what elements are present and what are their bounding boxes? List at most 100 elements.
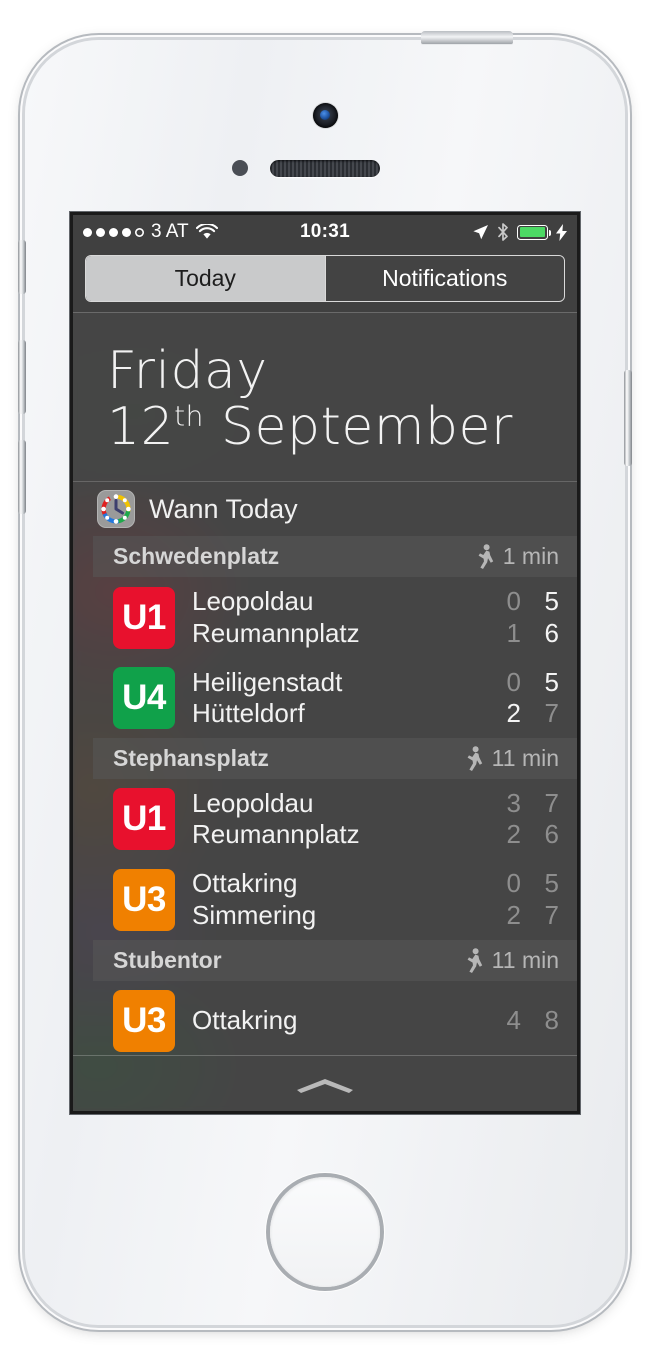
departure-time-next: 0 bbox=[506, 868, 521, 899]
sim-tray bbox=[624, 370, 632, 466]
front-camera bbox=[313, 103, 338, 128]
departure-time-next: 2 bbox=[506, 697, 521, 728]
walking-person-icon bbox=[478, 544, 493, 570]
departure-times: 16 bbox=[499, 618, 559, 649]
destination-block: Heiligenstadt Hütteldorf bbox=[192, 667, 482, 729]
walk-time-label: 11 min bbox=[491, 946, 559, 973]
departure-time-following: 5 bbox=[544, 666, 559, 697]
chevron-up-grabber-icon[interactable] bbox=[293, 1074, 357, 1094]
times-block: 48 bbox=[499, 1005, 559, 1036]
departure-row[interactable]: U3 Ottakring 4 8 bbox=[93, 981, 577, 1055]
departure-times: 05 bbox=[499, 667, 559, 698]
departure-time-next: 1 bbox=[506, 617, 521, 648]
grabber-area[interactable] bbox=[73, 1055, 577, 1111]
station-name-label: Stubentor bbox=[113, 946, 222, 973]
walking-person-icon bbox=[467, 948, 482, 973]
tab-today[interactable]: Today bbox=[86, 256, 325, 301]
departure-time-following: 7 bbox=[544, 697, 559, 728]
walk-time-label: 11 min bbox=[491, 745, 559, 772]
destination-label: Ottakring bbox=[192, 868, 298, 899]
signal-dot bbox=[83, 227, 92, 237]
departure-row[interactable]: U4 Heiligenstadt Hütteldorf 0 5 2 7 bbox=[93, 658, 577, 738]
battery-fill bbox=[519, 227, 546, 237]
destination-label: Hütteldorf bbox=[192, 697, 305, 728]
departure-time-next: 3 bbox=[506, 788, 521, 819]
destination-block: Leopoldau Reumannplatz bbox=[192, 788, 482, 850]
wann-clock-icon bbox=[97, 490, 135, 529]
line-badge: U1 bbox=[113, 586, 175, 649]
proximity-sensor-icon bbox=[232, 160, 248, 176]
day-number-label: 12 bbox=[107, 397, 175, 458]
battery-icon bbox=[517, 224, 552, 240]
station-header[interactable]: Stephansplatz 11 min bbox=[93, 738, 577, 780]
date-header: Friday 12th September bbox=[73, 313, 577, 483]
destination-label: Reumannplatz bbox=[192, 819, 360, 850]
departure-time-following: 5 bbox=[544, 586, 559, 617]
wifi-icon bbox=[195, 224, 218, 239]
line-badge: U1 bbox=[113, 788, 175, 851]
widget-title: Wann Today bbox=[149, 493, 298, 524]
destination-label: Leopoldau bbox=[192, 788, 314, 819]
departure-times: 05 bbox=[499, 868, 559, 899]
destination-label: Leopoldau bbox=[192, 586, 314, 617]
line-badge: U4 bbox=[113, 666, 175, 729]
status-bar: 3 AT 10:31 bbox=[73, 215, 577, 249]
departure-row[interactable]: U3 Ottakring Simmering 0 5 2 7 bbox=[93, 859, 577, 939]
station-list: Schwedenplatz 1 min U1 Leopoldau Reumannplat… bbox=[73, 536, 577, 1055]
walking-person-icon bbox=[467, 746, 482, 772]
departure-row[interactable]: U1 Leopoldau Reumannplatz 3 7 2 6 bbox=[93, 779, 577, 859]
times-block: 0527 bbox=[499, 868, 559, 930]
destination-label: Simmering bbox=[192, 899, 317, 930]
destination-label: Ottakring bbox=[192, 1005, 298, 1036]
power-button[interactable] bbox=[421, 31, 513, 44]
month-name-label: September bbox=[220, 397, 513, 458]
departure-time-following: 7 bbox=[544, 899, 559, 930]
departure-time-next: 0 bbox=[506, 666, 521, 697]
mute-switch[interactable] bbox=[18, 240, 26, 294]
volume-down-button[interactable] bbox=[18, 440, 26, 514]
station-header[interactable]: Stubentor 11 min bbox=[93, 939, 577, 981]
nc-tab-bar: Today Notifications bbox=[73, 249, 577, 313]
tab-notifications[interactable]: Notifications bbox=[324, 256, 564, 301]
bluetooth-icon bbox=[498, 223, 508, 241]
line-badge: U3 bbox=[113, 868, 175, 931]
departure-times: 05 bbox=[499, 586, 559, 617]
earpiece-speaker bbox=[270, 160, 380, 177]
cellular-signal-icon bbox=[83, 227, 144, 237]
station-name-label: Stephansplatz bbox=[113, 745, 269, 772]
signal-dot bbox=[109, 227, 118, 237]
widget-header[interactable]: Wann Today bbox=[73, 482, 577, 536]
status-bar-left: 3 AT bbox=[83, 221, 218, 243]
destination-label: Heiligenstadt bbox=[192, 666, 343, 697]
departure-times: 48 bbox=[499, 1005, 559, 1036]
times-block: 3726 bbox=[499, 788, 559, 850]
clock-label: 10:31 bbox=[299, 221, 351, 242]
departure-time-following: 5 bbox=[544, 868, 559, 899]
departure-time-following: 6 bbox=[544, 617, 559, 648]
times-block: 0527 bbox=[499, 667, 559, 729]
camera-lens bbox=[320, 110, 330, 120]
departure-time-next: 0 bbox=[506, 586, 521, 617]
departure-time-next: 2 bbox=[506, 819, 521, 850]
home-button[interactable] bbox=[266, 1173, 384, 1291]
volume-up-button[interactable] bbox=[18, 340, 26, 414]
phone-screen: 3 AT 10:31 Today Notifications Friday 12… bbox=[73, 215, 577, 1111]
day-ordinal-suffix: th bbox=[174, 399, 204, 433]
segmented-control[interactable]: Today Notifications bbox=[85, 255, 565, 302]
date-line: 12th September bbox=[107, 399, 577, 455]
notification-center: 3 AT 10:31 Today Notifications Friday 12… bbox=[73, 215, 577, 1111]
signal-dot bbox=[135, 228, 144, 237]
departure-row[interactable]: U1 Leopoldau Reumannplatz 0 5 1 6 bbox=[93, 577, 577, 657]
status-bar-right bbox=[472, 223, 567, 241]
departure-time-next: 4 bbox=[506, 1005, 521, 1036]
wann-today-widget: Wann Today Schwedenplatz 1 min U1 Leopoldau… bbox=[73, 482, 577, 1055]
location-arrow-icon bbox=[473, 224, 488, 239]
iphone-device-frame: 3 AT 10:31 Today Notifications Friday 12… bbox=[18, 31, 632, 1325]
departure-times: 37 bbox=[499, 788, 559, 819]
destination-block: Ottakring bbox=[192, 1005, 482, 1036]
station-header[interactable]: Schwedenplatz 1 min bbox=[93, 536, 577, 578]
day-name-label: Friday bbox=[107, 341, 268, 401]
signal-dot bbox=[96, 227, 105, 237]
destination-block: Leopoldau Reumannplatz bbox=[192, 586, 482, 648]
walk-time: 1 min bbox=[477, 543, 559, 570]
